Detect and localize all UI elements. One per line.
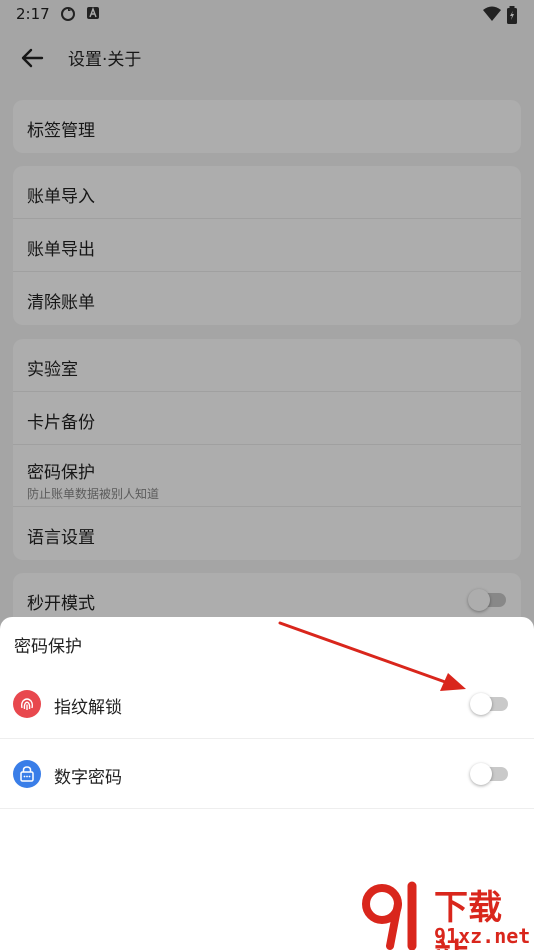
option-label: 指纹解锁 bbox=[54, 698, 122, 718]
watermark-url: 91xz.net bbox=[434, 924, 531, 948]
fingerprint-unlock-toggle[interactable] bbox=[470, 693, 510, 715]
sheet-title: 密码保护 bbox=[14, 637, 82, 657]
numeric-password-toggle[interactable] bbox=[470, 763, 510, 785]
lock-keypad-icon bbox=[13, 760, 41, 788]
option-numeric-password[interactable]: 数字密码 bbox=[0, 739, 534, 809]
watermark-logo-icon bbox=[362, 881, 417, 950]
toggle-knob bbox=[470, 763, 492, 785]
watermark: 下载站 91xz.net bbox=[360, 880, 534, 950]
option-label: 数字密码 bbox=[54, 768, 122, 788]
annotation-arrow bbox=[278, 621, 466, 691]
toggle-knob bbox=[470, 693, 492, 715]
fingerprint-icon bbox=[13, 690, 41, 718]
